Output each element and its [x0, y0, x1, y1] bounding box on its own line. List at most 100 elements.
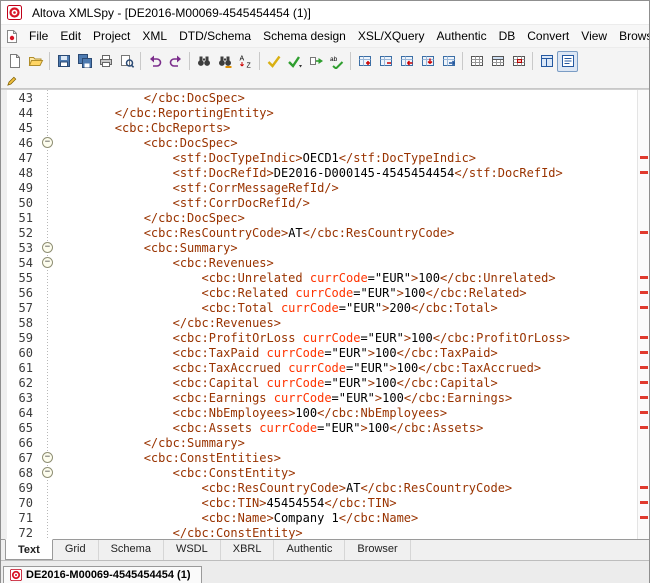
code-line[interactable]: 48<stf:DocRefId>DE2016-D000145-454545445… [7, 165, 637, 180]
scroll-marker-strip[interactable] [637, 90, 649, 539]
fold-margin[interactable]: − [39, 240, 57, 255]
code-line[interactable]: 72</cbc:ConstEntity> [7, 525, 637, 539]
fold-margin[interactable] [39, 480, 57, 495]
code-line[interactable]: 68−<cbc:ConstEntity> [7, 465, 637, 480]
view-tab-authentic[interactable]: Authentic [274, 540, 345, 560]
fold-margin[interactable]: − [39, 465, 57, 480]
redo-icon[interactable] [165, 51, 186, 72]
editor[interactable]: 43</cbc:DocSpec>44</cbc:ReportingEntity>… [1, 89, 649, 539]
view-tab-grid[interactable]: Grid [53, 540, 99, 560]
code-text[interactable]: <cbc:ResCountryCode>AT</cbc:ResCountryCo… [57, 226, 637, 240]
code-line[interactable]: 57<cbc:Total currCode="EUR">200</cbc:Tot… [7, 300, 637, 315]
replace-icon[interactable]: AZ [235, 51, 256, 72]
menu-item-xml[interactable]: XML [136, 26, 173, 46]
code-text[interactable]: <stf:CorrMessageRefId/> [57, 181, 637, 195]
fold-margin[interactable] [39, 300, 57, 315]
code-text[interactable]: <cbc:Total currCode="EUR">200</cbc:Total… [57, 301, 637, 315]
code-line[interactable]: 52<cbc:ResCountryCode>AT</cbc:ResCountry… [7, 225, 637, 240]
code-line[interactable]: 51</cbc:DocSpec> [7, 210, 637, 225]
find-next-icon[interactable] [214, 51, 235, 72]
fold-margin[interactable] [39, 345, 57, 360]
fold-margin[interactable]: − [39, 255, 57, 270]
fold-margin[interactable] [39, 225, 57, 240]
code-text[interactable]: <cbc:DocSpec> [57, 136, 637, 150]
fold-margin[interactable]: − [39, 450, 57, 465]
table-view-icon[interactable] [466, 51, 487, 72]
fold-margin[interactable] [39, 165, 57, 180]
code-line[interactable]: 69<cbc:ResCountryCode>AT</cbc:ResCountry… [7, 480, 637, 495]
code-text[interactable]: <cbc:Summary> [57, 241, 637, 255]
code-line[interactable]: 58</cbc:Revenues> [7, 315, 637, 330]
fold-margin[interactable] [39, 435, 57, 450]
new-file-icon[interactable] [4, 51, 25, 72]
code-line[interactable]: 65<cbc:Assets currCode="EUR">100</cbc:As… [7, 420, 637, 435]
code-text[interactable]: <cbc:Name>Company 1</cbc:Name> [57, 511, 637, 525]
code-line[interactable]: 45<cbc:CbcReports> [7, 120, 637, 135]
code-line[interactable]: 61<cbc:TaxAccrued currCode="EUR">100</cb… [7, 360, 637, 375]
menu-item-browser[interactable]: Browser [613, 26, 649, 46]
fold-margin[interactable] [39, 90, 57, 105]
menu-item-edit[interactable]: Edit [54, 26, 87, 46]
code-text[interactable]: <cbc:NbEmployees>100</cbc:NbEmployees> [57, 406, 637, 420]
view-tab-wsdl[interactable]: WSDL [164, 540, 221, 560]
document-tab[interactable]: DE2016-M00069-4545454454 (1) [3, 566, 202, 583]
undo-icon[interactable] [144, 51, 165, 72]
code-line[interactable]: 70<cbc:TIN>45454554</cbc:TIN> [7, 495, 637, 510]
find-icon[interactable] [193, 51, 214, 72]
view-tab-schema[interactable]: Schema [99, 540, 164, 560]
fold-margin[interactable] [39, 105, 57, 120]
code-line[interactable]: 49<stf:CorrMessageRefId/> [7, 180, 637, 195]
code-line[interactable]: 64<cbc:NbEmployees>100</cbc:NbEmployees> [7, 405, 637, 420]
fold-margin[interactable] [39, 405, 57, 420]
code-line[interactable]: 53−<cbc:Summary> [7, 240, 637, 255]
code-line[interactable]: 59<cbc:ProfitOrLoss currCode="EUR">100</… [7, 330, 637, 345]
code-text[interactable]: <cbc:TaxAccrued currCode="EUR">100</cbc:… [57, 361, 637, 375]
code-line[interactable]: 46−<cbc:DocSpec> [7, 135, 637, 150]
menu-item-xsl-xquery[interactable]: XSL/XQuery [352, 26, 431, 46]
fold-margin[interactable] [39, 285, 57, 300]
fold-margin[interactable] [39, 180, 57, 195]
code-area[interactable]: 43</cbc:DocSpec>44</cbc:ReportingEntity>… [1, 90, 637, 539]
code-text[interactable]: <cbc:ResCountryCode>AT</cbc:ResCountryCo… [57, 481, 637, 495]
fold-margin[interactable] [39, 270, 57, 285]
menu-item-db[interactable]: DB [493, 26, 522, 46]
fold-margin[interactable] [39, 120, 57, 135]
grid-expand-icon[interactable] [354, 51, 375, 72]
fold-margin[interactable] [39, 195, 57, 210]
fold-collapse-icon[interactable]: − [42, 452, 53, 463]
code-text[interactable]: <cbc:ConstEntity> [57, 466, 637, 480]
code-text[interactable]: <cbc:Capital currCode="EUR">100</cbc:Cap… [57, 376, 637, 390]
fold-collapse-icon[interactable]: − [42, 242, 53, 253]
text-view-toggle-icon[interactable] [557, 51, 578, 72]
menu-item-dtd-schema[interactable]: DTD/Schema [173, 26, 257, 46]
code-line[interactable]: 44</cbc:ReportingEntity> [7, 105, 637, 120]
open-file-icon[interactable] [25, 51, 46, 72]
menu-item-view[interactable]: View [575, 26, 613, 46]
code-line[interactable]: 47<stf:DocTypeIndic>OECD1</stf:DocTypeIn… [7, 150, 637, 165]
grid-insert-col-icon[interactable] [438, 51, 459, 72]
code-line[interactable]: 43</cbc:DocSpec> [7, 90, 637, 105]
fold-collapse-icon[interactable]: − [42, 467, 53, 478]
validate-icon[interactable] [284, 51, 305, 72]
fold-margin[interactable] [39, 210, 57, 225]
code-text[interactable]: <cbc:TIN>45454554</cbc:TIN> [57, 496, 637, 510]
code-line[interactable]: 66</cbc:Summary> [7, 435, 637, 450]
fold-margin[interactable] [39, 360, 57, 375]
code-text[interactable]: <cbc:ProfitOrLoss currCode="EUR">100</cb… [57, 331, 637, 345]
save-all-icon[interactable] [74, 51, 95, 72]
code-text[interactable]: <cbc:TaxPaid currCode="EUR">100</cbc:Tax… [57, 346, 637, 360]
view-tab-xbrl[interactable]: XBRL [221, 540, 275, 560]
grid-append-row-icon[interactable] [417, 51, 438, 72]
grid-collapse-icon[interactable] [375, 51, 396, 72]
menu-item-schema-design[interactable]: Schema design [257, 26, 352, 46]
code-text[interactable]: <cbc:ConstEntities> [57, 451, 637, 465]
code-line[interactable]: 63<cbc:Earnings currCode="EUR">100</cbc:… [7, 390, 637, 405]
fold-margin[interactable] [39, 510, 57, 525]
code-line[interactable]: 71<cbc:Name>Company 1</cbc:Name> [7, 510, 637, 525]
fold-margin[interactable] [39, 525, 57, 539]
menu-item-authentic[interactable]: Authentic [431, 26, 493, 46]
code-line[interactable]: 50<stf:CorrDocRefId/> [7, 195, 637, 210]
fold-collapse-icon[interactable]: − [42, 257, 53, 268]
menu-item-project[interactable]: Project [87, 26, 136, 46]
code-text[interactable]: <stf:DocTypeIndic>OECD1</stf:DocTypeIndi… [57, 151, 637, 165]
